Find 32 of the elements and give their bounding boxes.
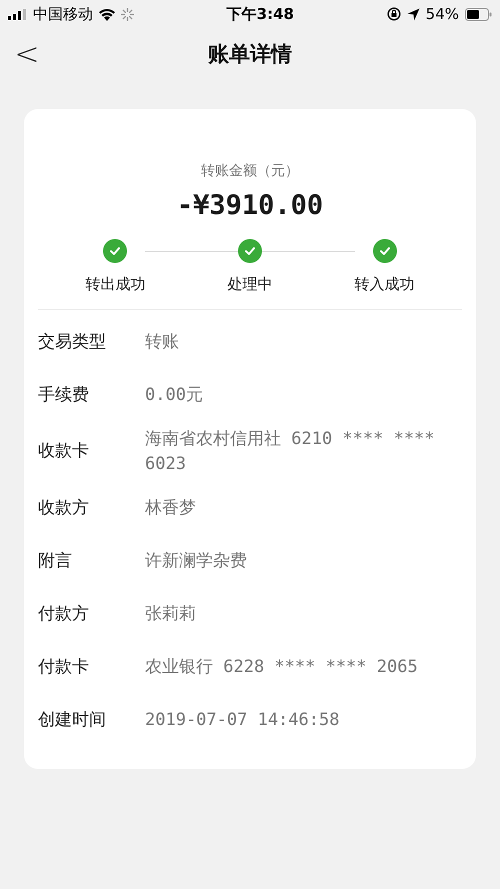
rotation-lock-icon [386,7,401,21]
detail-value: 农业银行 6228 **** **** 2065 [145,656,419,679]
detail-value: 海南省农村信用社 6210 **** **** 6023 [145,428,436,476]
step-label: 处理中 [227,274,272,294]
detail-value: 张莉莉 [145,603,197,626]
loading-spinner-icon [121,8,134,20]
amount-value: -¥3910.00 [176,189,324,223]
detail-label: 交易类型 [38,330,107,354]
location-arrow-icon [406,8,420,20]
detail-label: 付款卡 [38,656,90,679]
detail-label: 创建时间 [38,708,107,732]
detail-label: 收款卡 [38,440,90,464]
detail-label: 手续费 [38,384,90,407]
battery-percent: 54% [426,4,459,25]
step-label: 转入成功 [354,274,415,294]
page-title: 账单详情 [208,41,292,68]
amount-label: 转账金额（元） [200,162,300,181]
detail-label: 附言 [38,550,73,573]
detail-value: 许新澜学杂费 [145,550,248,573]
back-button[interactable]: < [12,36,42,74]
signal-icon [8,8,28,20]
detail-label: 收款方 [38,496,90,520]
step-label: 转出成功 [85,274,146,294]
carrier-name: 中国移动 [33,4,93,25]
status-time: 下午3:48 [226,4,294,25]
battery-icon [465,8,492,20]
detail-value: 转账 [145,331,180,354]
detail-label: 付款方 [38,602,90,626]
detail-value: 0.00元 [145,384,204,407]
wifi-icon [98,8,116,20]
detail-value: 2019-07-07 14:46:58 [145,709,340,732]
detail-value: 林香梦 [145,497,197,520]
